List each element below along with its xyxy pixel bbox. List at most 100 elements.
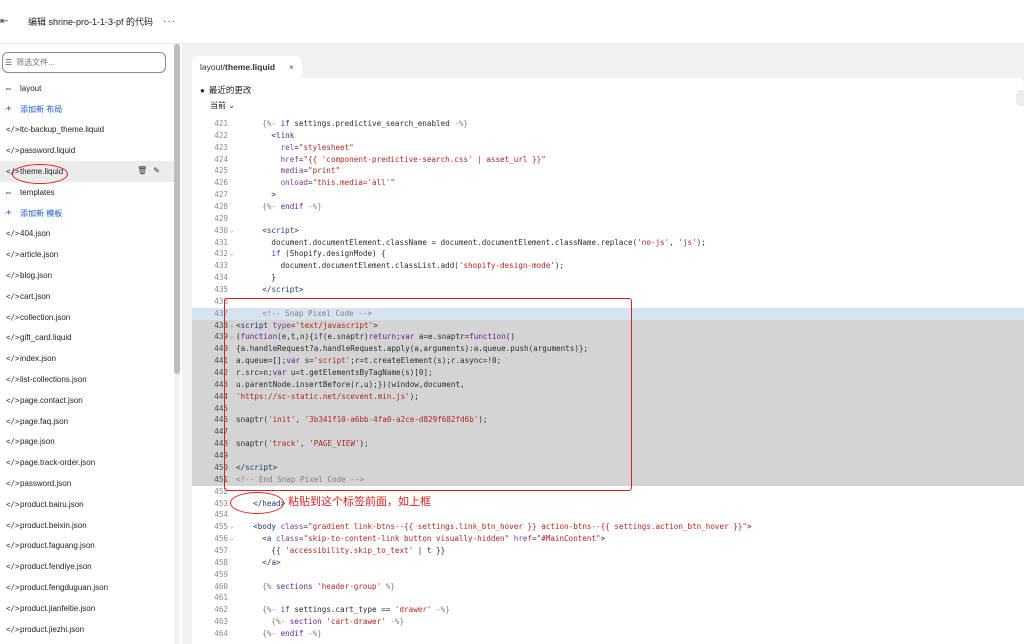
code-icon: </> (6, 562, 20, 572)
code-icon: </> (6, 437, 20, 447)
file-item[interactable]: ‹</>ltc-backup_theme.liquid (0, 120, 176, 141)
folder-item[interactable]: ▭ templates (0, 182, 176, 203)
code-line[interactable]: 434 } (192, 272, 1024, 284)
code-icon: </> (6, 520, 20, 530)
code-line[interactable]: 457 {{ 'accessibility.skip_to_text' | t … (192, 545, 1024, 557)
item-label: ltc-backup_theme.liquid (20, 125, 105, 135)
code-line[interactable]: 424 href="{{ 'component-predictive-searc… (192, 154, 1024, 166)
line-number: 428 (214, 202, 228, 212)
filter-files-input[interactable] (16, 58, 147, 67)
code-line[interactable]: 425 media="print" (192, 165, 1024, 177)
code-line[interactable]: 433 document.documentElement.classList.a… (192, 260, 1024, 272)
code-text: rel="stylesheet" (280, 142, 354, 152)
file-item[interactable]: ‹</>gift_card.liquid (0, 328, 176, 349)
file-item[interactable]: ‹</>collection.json (0, 307, 176, 328)
code-line[interactable]: 423 rel="stylesheet" (192, 142, 1024, 154)
file-item[interactable]: ‹</>product.faguang.json (0, 536, 176, 557)
highlight-box (224, 298, 632, 491)
add-item-button[interactable]: + 添加新 布局 (0, 99, 176, 120)
file-item[interactable]: ‹</>article.json (0, 244, 176, 265)
file-item[interactable]: ‹</>index.json (0, 348, 176, 369)
code-line[interactable]: 426 onload="this.media='all'" (192, 177, 1024, 189)
code-line[interactable]: 463 {%- section 'cart-drawer' -%} (192, 616, 1024, 628)
code-line[interactable]: 427 > (192, 189, 1024, 201)
line-number: 421 (214, 119, 228, 128)
fold-chevron-icon[interactable]: ⌄ (230, 533, 234, 545)
code-line[interactable]: 422 <link (192, 130, 1024, 142)
file-item[interactable]: ‹</>product.fengduguan.json (0, 577, 176, 598)
exit-icon[interactable]: ⇤ (0, 16, 16, 27)
add-item-button[interactable]: + 添加新 模板 (0, 203, 176, 224)
file-item[interactable]: ‹</>product.beixin.json (0, 515, 176, 536)
code-icon: </> (6, 479, 20, 489)
fold-chevron-icon[interactable]: ⌄ (230, 248, 234, 260)
line-number: 436 (214, 296, 228, 306)
delete-icon[interactable]: 🗑 (137, 166, 147, 175)
file-item[interactable]: ‹</>password.liquid (0, 140, 176, 161)
folder-icon: ▭ (6, 83, 11, 93)
file-item[interactable]: ‹</>page.faq.json (0, 411, 176, 432)
fold-chevron-icon[interactable]: ⌄ (230, 521, 234, 533)
code-line[interactable]: 454 (192, 509, 1024, 521)
code-line[interactable]: 455 ⌄ <body class="gradient link-btns--{{… (192, 521, 1024, 533)
folder-icon: ▭ (6, 187, 11, 197)
close-icon[interactable]: × (289, 63, 294, 72)
line-number: 437 (214, 308, 228, 318)
plus-icon: + (6, 104, 12, 115)
line-number: 460 (214, 581, 228, 591)
line-number: 435 (214, 285, 228, 295)
file-item[interactable]: ‹</>page.json (0, 432, 176, 453)
version-dropdown[interactable]: 当前 ⌄ (210, 100, 235, 111)
file-item[interactable]: ‹</>blog.json (0, 265, 176, 286)
code-line[interactable]: 421 {%- if settings.predictive_search_en… (192, 118, 1024, 130)
line-number: 445 (214, 403, 228, 413)
sidebar-scrollbar-thumb[interactable] (174, 44, 180, 374)
code-line[interactable]: 464 {%- endif -%} (192, 628, 1024, 640)
rename-icon[interactable]: ✎ (153, 166, 160, 175)
code-text: <body class="gradient link-btns--{{ sett… (244, 522, 752, 532)
line-number: 433 (214, 261, 228, 271)
file-tree: ▭ layout + 添加新 布局 ‹</>ltc-backup_theme.liqui… (0, 78, 176, 640)
theme-liquid-circle (12, 164, 68, 184)
file-item[interactable]: ‹</>list-collections.json (0, 369, 176, 390)
code-line[interactable]: 460 {% sections 'header-group' %} (192, 581, 1024, 593)
line-number: 438 (214, 320, 228, 330)
file-item[interactable]: ‹</>product.fendiye.json (0, 556, 176, 577)
code-line[interactable]: 435 </script> (192, 284, 1024, 296)
code-line[interactable]: 432 ⌄ if (Shopify.designMode) { (192, 248, 1024, 260)
folder-item[interactable]: ▭ layout (0, 78, 176, 99)
code-line[interactable]: 429 (192, 213, 1024, 225)
file-item[interactable]: ‹</>product.jiezhi.json (0, 619, 176, 640)
line-number: 441 (214, 356, 228, 366)
file-item[interactable]: ‹</>product.bairu.json (0, 494, 176, 515)
item-label: index.json (20, 354, 57, 364)
code-line[interactable]: 456 ⌄ <a class="skip-to-content-link butt… (192, 533, 1024, 545)
code-line[interactable]: 431 document.documentElement.className =… (192, 237, 1024, 249)
code-text: <a class="skip-to-content-link button vi… (244, 534, 606, 544)
code-line[interactable]: 461 (192, 592, 1024, 604)
code-line[interactable]: 462 {%- if settings.cart_type == 'drawer… (192, 604, 1024, 616)
line-number: 444 (214, 391, 228, 401)
file-item[interactable]: ‹</>product.jianfeitie.json (0, 598, 176, 619)
code-line[interactable]: 459 (192, 569, 1024, 581)
more-options-button[interactable]: ··· (163, 16, 176, 27)
file-item[interactable]: ‹</>page.track-order.json (0, 452, 176, 473)
code-text: } (244, 273, 277, 283)
code-icon: </> (6, 146, 20, 156)
item-label: 添加新 模板 (20, 208, 63, 218)
file-item[interactable]: ‹</>cart.json (0, 286, 176, 307)
tab-theme-liquid[interactable]: layout/theme.liquid × (192, 56, 302, 78)
side-panel-toggle[interactable] (1016, 90, 1024, 106)
file-item[interactable]: ‹</>password.json (0, 473, 176, 494)
filter-box[interactable]: ☰ (2, 52, 166, 73)
file-item[interactable]: ‹</>404.json (0, 224, 176, 245)
fold-chevron-icon[interactable]: ⌄ (230, 225, 234, 237)
code-line[interactable]: 428 {%- endif -%} (192, 201, 1024, 213)
line-number: 462 (214, 605, 228, 615)
code-icon: </> (6, 229, 20, 239)
code-line[interactable]: 430 ⌄ <script> (192, 225, 1024, 237)
item-label: page.json (20, 437, 55, 447)
code-text: <link (244, 130, 295, 140)
code-line[interactable]: 458 </a> (192, 557, 1024, 569)
file-item[interactable]: ‹</>page.contact.json (0, 390, 176, 411)
